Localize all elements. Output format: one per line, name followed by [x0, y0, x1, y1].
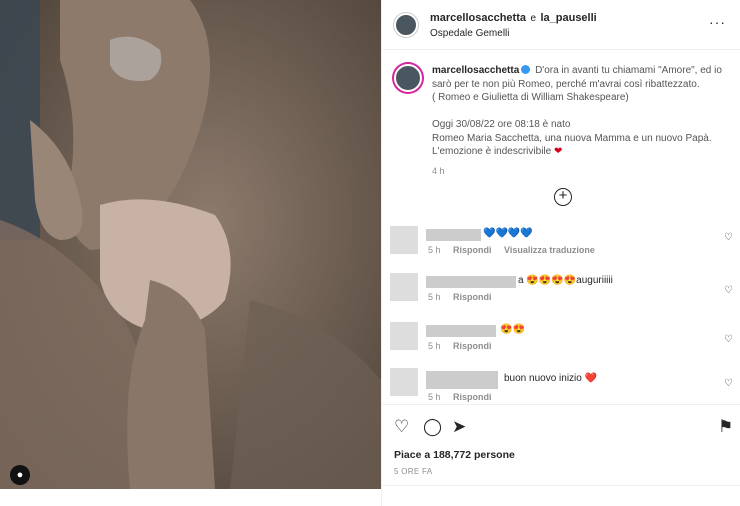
bookmark-icon[interactable]: ⚑ [718, 417, 733, 437]
post-panel: marcellosacchetta e la_pauselli Ospedale… [381, 0, 740, 506]
caption-line4: Romeo Maria Sacchetta, una nuova Mamma e… [432, 132, 712, 144]
comment-avatar[interactable] [390, 322, 418, 350]
joiner-text: e [530, 12, 537, 24]
coauthor-username[interactable]: la_pauselli [540, 12, 596, 24]
comment-username-redacted[interactable] [426, 276, 516, 288]
comment-item: a 😍😍😍😍auguriiiii 5 h Rispondi ♡ [390, 273, 735, 313]
post-header: marcellosacchetta e la_pauselli Ospedale… [382, 0, 740, 50]
reply-button[interactable]: Rispondi [453, 292, 492, 302]
comment-username-redacted[interactable] [426, 325, 496, 337]
comment-time: 5 h [428, 392, 441, 402]
posted-time: 5 ORE FA [394, 467, 433, 476]
photo-bottom-strip [0, 489, 381, 506]
comment-text: 💙💙💙💙 [483, 228, 533, 239]
like-comment-heart-icon[interactable]: ♡ [724, 378, 733, 389]
author-avatar[interactable] [394, 12, 418, 37]
comment-item: 💙💙💙💙 5 h Rispondi Visualizza traduzione … [390, 226, 735, 266]
verified-badge-icon [521, 65, 531, 74]
caption-body: marcellosacchetta D'ora in avanti tu chi… [432, 64, 730, 178]
comment-time: 5 h [428, 341, 441, 351]
comment-avatar[interactable] [390, 368, 418, 396]
load-more-comments-button[interactable]: + [554, 188, 572, 206]
instagram-post: ● marcellosacchetta e la_pauselli Ospeda… [0, 0, 740, 506]
caption: marcellosacchetta D'ora in avanti tu chi… [382, 50, 740, 178]
comment-text: a 😍😍😍😍auguriiiii [518, 275, 613, 286]
reply-button[interactable]: Rispondi [453, 392, 492, 402]
comment-meta: 5 h Rispondi Visualizza traduzione [428, 245, 595, 255]
like-comment-heart-icon[interactable]: ♡ [724, 232, 733, 243]
likes-count[interactable]: Piace a 188,772 persone [394, 449, 515, 461]
header-text: marcellosacchetta e la_pauselli Ospedale… [430, 9, 597, 41]
comment-item: 😍😍 5 h Rispondi ♡ [390, 322, 735, 362]
action-bar: ♡ ◯ ➤ ⚑ [382, 404, 740, 449]
comment-username-redacted[interactable] [426, 229, 481, 241]
comment-text: buon nuovo inizio ❤️ [504, 373, 598, 384]
baby-hand-photo [0, 0, 381, 489]
author-username[interactable]: marcellosacchetta [430, 12, 526, 24]
comment-username-redacted[interactable] [426, 371, 498, 389]
person-icon[interactable]: ● [10, 465, 30, 485]
translate-button[interactable]: Visualizza traduzione [504, 245, 595, 255]
caption-time: 4 h [432, 165, 445, 176]
share-icon[interactable]: ➤ [452, 417, 466, 437]
caption-avatar[interactable] [394, 64, 422, 92]
comment-avatar[interactable] [390, 226, 418, 254]
caption-line5: L'emozione è indescrivibile [432, 146, 552, 157]
divider [382, 485, 740, 486]
comment-text: 😍😍 [500, 324, 525, 335]
heart-icon[interactable]: ♡ [394, 417, 409, 437]
comment-meta: 5 h Rispondi [428, 292, 492, 302]
caption-line2: ( Romeo e Giulietta di William Shakespea… [432, 92, 629, 103]
post-photo[interactable]: ● [0, 0, 381, 489]
comment-time: 5 h [428, 245, 441, 255]
more-options-icon[interactable]: ··· [709, 14, 726, 30]
comment-item: buon nuovo inizio ❤️ 5 h Rispondi ♡ [390, 368, 735, 404]
like-comment-heart-icon[interactable]: ♡ [724, 334, 733, 345]
like-comment-heart-icon[interactable]: ♡ [724, 285, 733, 296]
caption-username[interactable]: marcellosacchetta [432, 65, 519, 76]
comment-avatar[interactable] [390, 273, 418, 301]
reply-button[interactable]: Rispondi [453, 341, 492, 351]
caption-line3: Oggi 30/08/22 ore 08:18 è nato [432, 119, 571, 130]
comment-time: 5 h [428, 292, 441, 302]
comment-meta: 5 h Rispondi [428, 341, 492, 351]
post-location[interactable]: Ospedale Gemelli [430, 26, 597, 41]
comment-meta: 5 h Rispondi [428, 392, 492, 402]
red-heart-icon: ❤ [553, 146, 563, 157]
comment-icon[interactable]: ◯ [423, 417, 442, 437]
reply-button[interactable]: Rispondi [453, 245, 492, 255]
